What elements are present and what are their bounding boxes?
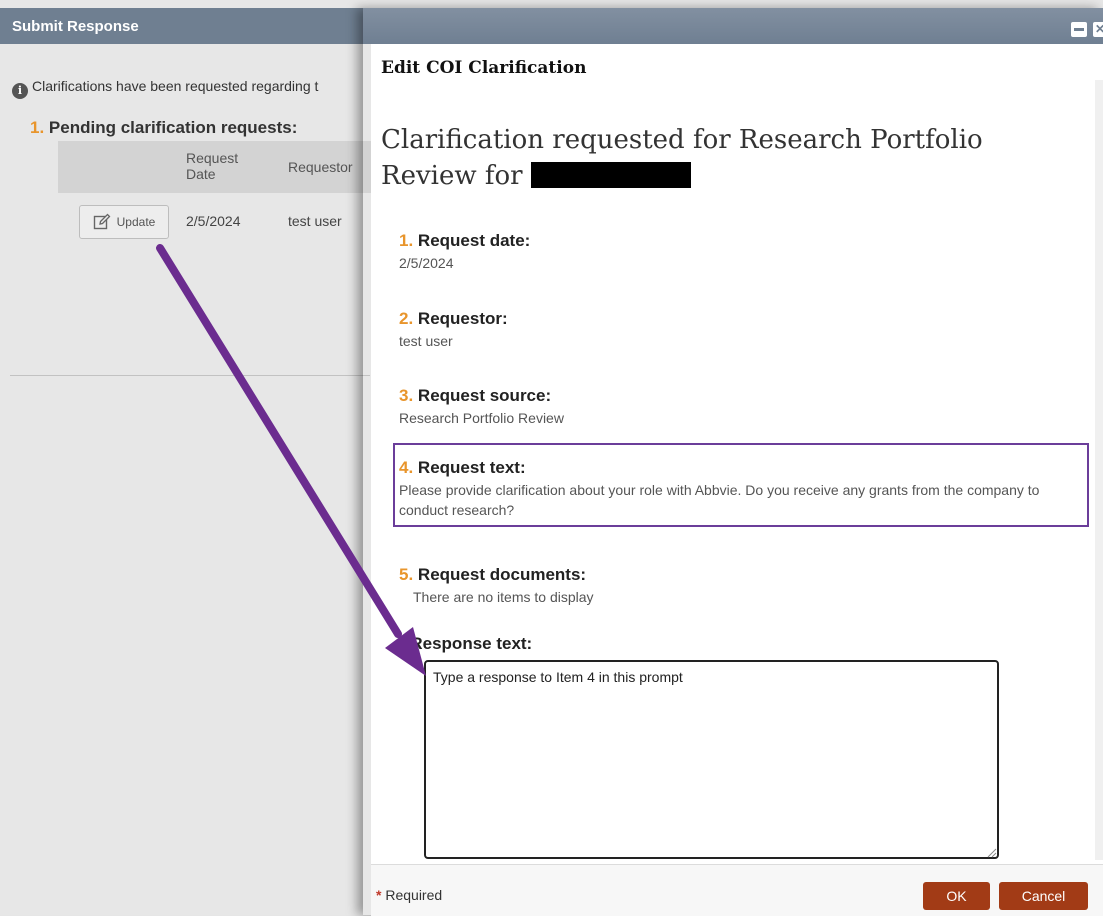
field-number: 3. <box>399 386 414 405</box>
field-label: Requestor: <box>417 309 508 328</box>
info-message: i Clarifications have been requested rega… <box>12 78 318 99</box>
table-header: Request Date Requestor <box>58 141 378 193</box>
ok-button[interactable]: OK <box>923 882 990 910</box>
field-value: 2/5/2024 <box>399 255 454 271</box>
required-note-text: Required <box>385 887 443 903</box>
section-title: Pending clarification requests: <box>48 118 298 137</box>
field-request-source: 3. Request source: Research Portfolio Re… <box>399 386 1089 428</box>
field-label: Request source: <box>417 386 552 405</box>
section-number: 1. <box>30 118 45 137</box>
required-marker: * <box>376 887 382 903</box>
info-text: Clarifications have been requested regar… <box>32 78 319 94</box>
field-number: 1. <box>399 231 414 250</box>
scrollbar[interactable] <box>1095 80 1103 860</box>
close-icon[interactable]: ✕ <box>1093 22 1103 37</box>
dialog-body: Edit COI Clarification Clarification req… <box>371 44 1103 916</box>
table-cell-request-date: 2/5/2024 <box>186 213 241 229</box>
required-note: * Required <box>376 887 442 903</box>
update-button-label: Update <box>116 215 156 229</box>
redacted-name <box>530 162 691 188</box>
dialog-titlebar[interactable]: ✕ <box>363 8 1103 44</box>
edit-icon <box>93 213 111 230</box>
column-header-requestor[interactable]: Requestor <box>288 159 353 175</box>
field-value: Please provide clarification about your … <box>399 482 1040 518</box>
dialog-header: Edit COI Clarification <box>381 58 587 78</box>
required-marker: * <box>399 634 406 653</box>
minimize-icon[interactable] <box>1071 22 1087 37</box>
empty-documents-message: There are no items to display <box>413 589 594 605</box>
info-icon: i <box>12 83 28 99</box>
field-request-documents: 5. Request documents: There are no items… <box>399 565 1089 607</box>
field-label: Request date: <box>417 231 531 250</box>
field-number: 4. <box>399 458 414 477</box>
column-header-request-date[interactable]: Request Date <box>186 150 256 182</box>
divider <box>10 375 370 376</box>
field-label: Request documents: <box>417 565 587 584</box>
field-requestor: 2. Requestor: test user <box>399 309 1089 351</box>
resize-grip-icon[interactable] <box>985 846 997 858</box>
field-request-date: 1. Request date: 2/5/2024 <box>399 231 1089 273</box>
submit-response-title: Submit Response <box>12 18 139 35</box>
update-button[interactable]: Update <box>79 205 169 239</box>
field-request-text: 4. Request text: Please provide clarific… <box>399 458 1089 520</box>
field-label: Response text: <box>410 634 533 653</box>
field-number: 5. <box>399 565 414 584</box>
field-number: 2. <box>399 309 414 328</box>
field-response-text: * Response text: <box>399 634 1089 654</box>
field-value: Research Portfolio Review <box>399 410 564 426</box>
dialog-footer: * Required OK Cancel <box>371 864 1103 916</box>
table-cell-requestor: test user <box>288 213 342 229</box>
page-title: Clarification requested for Research Por… <box>381 122 1081 194</box>
pending-requests-heading: 1. Pending clarification requests: <box>30 118 297 138</box>
cancel-button[interactable]: Cancel <box>999 882 1088 910</box>
response-textarea[interactable] <box>424 660 999 859</box>
field-label: Request text: <box>417 458 526 477</box>
edit-coi-clarification-dialog: ✕ Edit COI Clarification Clarification r… <box>363 8 1103 916</box>
field-value: test user <box>399 333 453 349</box>
